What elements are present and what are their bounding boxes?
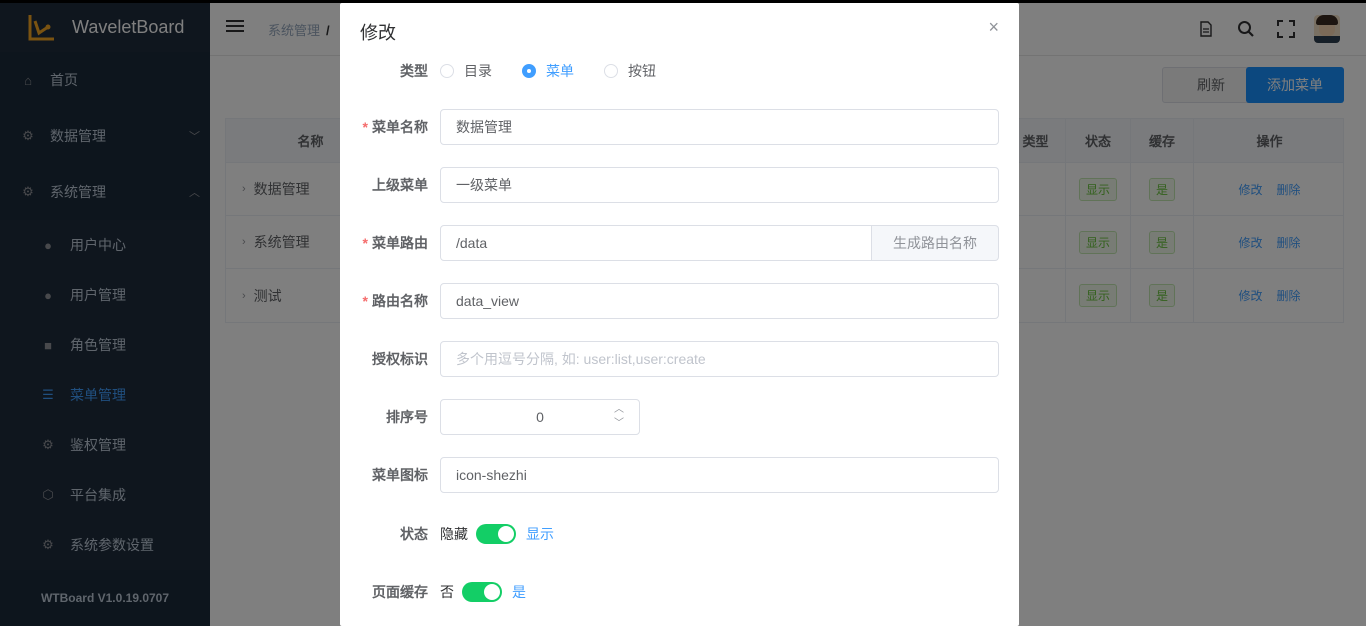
menu-name-input[interactable]: 数据管理 bbox=[440, 109, 999, 145]
label-text: 菜单名称 bbox=[372, 119, 428, 135]
label-text: 菜单路由 bbox=[372, 235, 428, 251]
form-row-type: 类型 目录 菜单 按钮 bbox=[340, 55, 1019, 87]
cache-switch-group: 否 是 bbox=[440, 582, 526, 602]
label-text: 路由名称 bbox=[372, 293, 428, 309]
menu-icon-input[interactable]: icon-shezhi bbox=[440, 457, 999, 493]
status-on-label: 显示 bbox=[526, 526, 554, 542]
required-mark: * bbox=[362, 235, 368, 251]
permission-label: 授权标识 bbox=[372, 351, 428, 367]
cache-toggle[interactable] bbox=[462, 582, 502, 602]
order-stepper[interactable]: 0 ︿ ﹀ bbox=[440, 399, 640, 435]
radio-directory[interactable]: 目录 bbox=[440, 61, 492, 81]
status-switch-group: 隐藏 显示 bbox=[440, 524, 554, 544]
order-label: 排序号 bbox=[386, 409, 428, 425]
form-row-order: 排序号 0 ︿ ﹀ bbox=[340, 399, 1019, 435]
form-row-route-name: * 路由名称 data_view bbox=[340, 283, 1019, 319]
parent-label: 上级菜单 bbox=[372, 177, 428, 193]
status-label: 状态 bbox=[400, 526, 428, 542]
status-toggle[interactable] bbox=[476, 524, 516, 544]
dialog-title: 修改 bbox=[360, 23, 396, 43]
cache-off-label: 否 bbox=[440, 584, 454, 600]
radio-label: 菜单 bbox=[546, 63, 574, 79]
cache-on-label: 是 bbox=[512, 584, 526, 600]
status-off-label: 隐藏 bbox=[440, 526, 468, 542]
required-mark: * bbox=[362, 119, 368, 135]
radio-label: 目录 bbox=[464, 63, 492, 79]
type-radio-group: 目录 菜单 按钮 bbox=[440, 61, 686, 81]
required-mark: * bbox=[362, 293, 368, 309]
generate-route-name-button[interactable]: 生成路由名称 bbox=[872, 225, 999, 261]
route-name-input[interactable]: data_view bbox=[440, 283, 999, 319]
form-row-route: * 菜单路由 /data 生成路由名称 bbox=[340, 225, 1019, 261]
radio-circle bbox=[440, 64, 454, 78]
radio-circle bbox=[604, 64, 618, 78]
radio-button[interactable]: 按钮 bbox=[604, 61, 656, 81]
chevron-down-icon[interactable]: ﹀ bbox=[614, 417, 624, 431]
parent-menu-select[interactable]: 一级菜单 bbox=[440, 167, 999, 203]
icon-label: 菜单图标 bbox=[372, 467, 428, 483]
stepper-arrows: ︿ ﹀ bbox=[599, 400, 639, 434]
route-input-group: /data 生成路由名称 bbox=[440, 225, 999, 261]
radio-menu[interactable]: 菜单 bbox=[522, 61, 574, 81]
radio-label: 按钮 bbox=[628, 63, 656, 79]
route-input[interactable]: /data bbox=[440, 225, 872, 261]
permission-input[interactable]: 多个用逗号分隔, 如: user:list,user:create bbox=[440, 341, 999, 377]
form-row-menu-name: * 菜单名称 数据管理 bbox=[340, 109, 1019, 145]
form-row-status: 状态 隐藏 显示 bbox=[340, 523, 1019, 545]
close-icon[interactable]: × bbox=[988, 17, 999, 38]
form-row-parent: 上级菜单 一级菜单 bbox=[340, 167, 1019, 203]
form-row-cache: 页面缓存 否 是 bbox=[340, 581, 1019, 603]
route-name-label: * 路由名称 bbox=[340, 291, 440, 311]
type-label: 类型 bbox=[400, 63, 428, 79]
chevron-up-icon[interactable]: ︿ bbox=[614, 403, 624, 417]
edit-menu-dialog: 修改 × 类型 目录 菜单 按钮 * 菜单名称 数据管理 上级菜单 一级菜单 * 菜… bbox=[340, 3, 1019, 626]
menu-name-label: * 菜单名称 bbox=[340, 117, 440, 137]
form-row-icon: 菜单图标 icon-shezhi bbox=[340, 457, 1019, 493]
radio-circle bbox=[522, 64, 536, 78]
order-value: 0 bbox=[536, 409, 544, 425]
cache-label: 页面缓存 bbox=[372, 584, 428, 600]
form-row-permission: 授权标识 多个用逗号分隔, 如: user:list,user:create bbox=[340, 341, 1019, 377]
route-label: * 菜单路由 bbox=[340, 233, 440, 253]
